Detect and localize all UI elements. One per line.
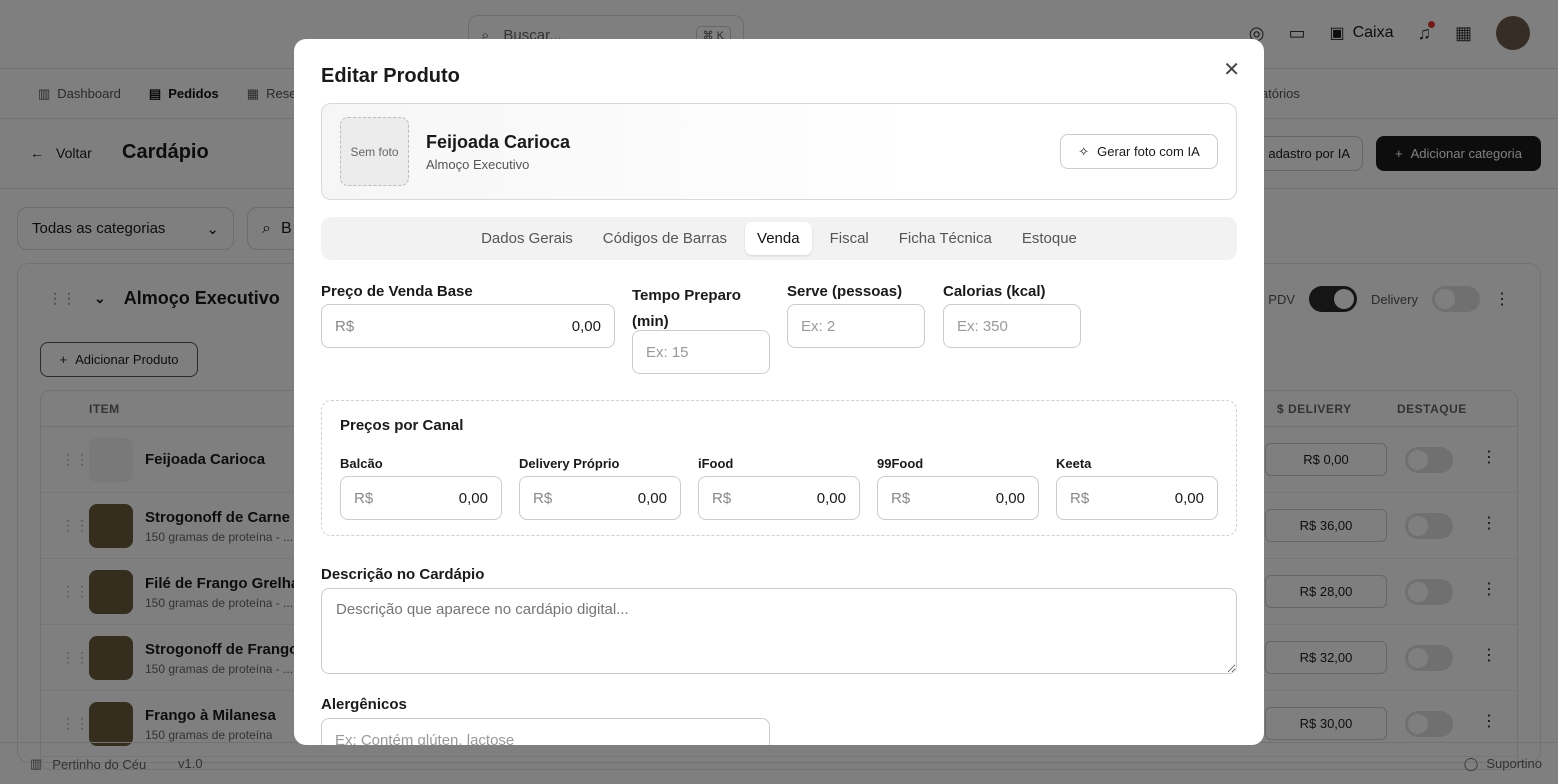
- base-price-label: Preço de Venda Base: [321, 283, 473, 300]
- prep-time-input[interactable]: Ex: 15: [632, 330, 770, 374]
- tab-dados-gerais[interactable]: Dados Gerais: [469, 222, 585, 255]
- prep-time-label-line2: (min): [632, 313, 669, 330]
- product-tabs: Dados Gerais Códigos de Barras Venda Fis…: [321, 217, 1237, 260]
- currency-prefix: R$: [533, 489, 553, 507]
- prep-time-label: Tempo Preparo (min): [632, 283, 741, 335]
- currency-prefix: R$: [1070, 489, 1090, 507]
- channel-price-input[interactable]: R$ 0,00: [698, 476, 860, 520]
- product-photo-placeholder[interactable]: Sem foto: [340, 117, 409, 186]
- calories-label: Calorias (kcal): [943, 283, 1046, 300]
- close-icon[interactable]: ✕: [1223, 57, 1240, 82]
- prep-time-label-line1: Tempo Preparo: [632, 287, 741, 304]
- generate-photo-ai-button[interactable]: ✧ Gerar foto com IA: [1060, 134, 1218, 169]
- serves-input[interactable]: Ex: 2: [787, 304, 925, 348]
- channel-balcao: Balcão R$ 0,00: [340, 456, 502, 520]
- channel-label: Keeta: [1056, 456, 1092, 471]
- channel-price-value: 0,00: [995, 489, 1025, 507]
- currency-prefix: R$: [354, 489, 374, 507]
- modal-title: Editar Produto: [321, 65, 460, 87]
- channel-price-value: 0,00: [1174, 489, 1204, 507]
- calories-input[interactable]: Ex: 350: [943, 304, 1081, 348]
- channel-label: 99Food: [877, 456, 924, 471]
- generate-photo-label: Gerar foto com IA: [1097, 144, 1200, 159]
- channel-label: iFood: [698, 456, 734, 471]
- allergens-label: Alergênicos: [321, 696, 407, 713]
- channel-price-input[interactable]: R$ 0,00: [1056, 476, 1218, 520]
- product-category: Almoço Executivo: [426, 157, 530, 172]
- tab-codigos-de-barras[interactable]: Códigos de Barras: [591, 222, 739, 255]
- channel-label: Balcão: [340, 456, 383, 471]
- description-label: Descrição no Cardápio: [321, 566, 485, 583]
- product-name: Feijoada Carioca: [426, 132, 571, 152]
- serves-label: Serve (pessoas): [787, 283, 903, 300]
- currency-prefix: R$: [891, 489, 911, 507]
- channel-prices-section: Preços por Canal Balcão R$ 0,00 Delivery…: [321, 400, 1237, 536]
- sparkles-icon: ✧: [1078, 143, 1090, 159]
- channel-keeta: Keeta R$ 0,00: [1056, 456, 1218, 520]
- channel-prices-title: Preços por Canal: [340, 417, 464, 434]
- tab-fiscal[interactable]: Fiscal: [818, 222, 881, 255]
- channel-99food: 99Food R$ 0,00: [877, 456, 1039, 520]
- channel-price-input[interactable]: R$ 0,00: [340, 476, 502, 520]
- base-price-input[interactable]: R$ 0,00: [321, 304, 615, 348]
- channel-price-value: 0,00: [458, 489, 488, 507]
- description-textarea[interactable]: [321, 588, 1237, 674]
- tab-venda[interactable]: Venda: [745, 222, 812, 255]
- edit-product-modal: Editar Produto ✕ Sem foto Feijoada Cario…: [294, 39, 1264, 745]
- base-price-value: 0,00: [571, 317, 601, 335]
- channel-price-value: 0,00: [816, 489, 846, 507]
- channel-label: Delivery Próprio: [519, 456, 620, 471]
- tab-estoque[interactable]: Estoque: [1010, 222, 1089, 255]
- channel-delivery-proprio: Delivery Próprio R$ 0,00: [519, 456, 681, 520]
- channel-price-value: 0,00: [637, 489, 667, 507]
- tab-ficha-tecnica[interactable]: Ficha Técnica: [887, 222, 1004, 255]
- currency-prefix: R$: [335, 317, 355, 335]
- currency-prefix: R$: [712, 489, 732, 507]
- channel-price-input[interactable]: R$ 0,00: [877, 476, 1039, 520]
- channel-ifood: iFood R$ 0,00: [698, 456, 860, 520]
- product-summary-card: Sem foto Feijoada Carioca Almoço Executi…: [321, 103, 1237, 200]
- allergens-input[interactable]: Ex: Contém glúten, lactose: [321, 718, 770, 745]
- channel-price-input[interactable]: R$ 0,00: [519, 476, 681, 520]
